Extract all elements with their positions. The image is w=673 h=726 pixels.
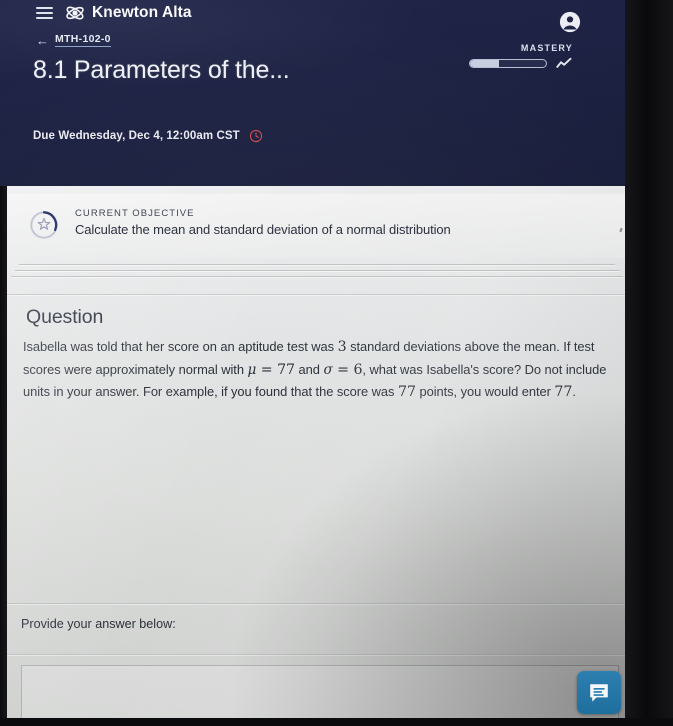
question-heading: Question — [26, 306, 104, 328]
current-objective-card: CURRENT OBJECTIVE Calculate the mean and… — [7, 194, 625, 258]
brand-name: Knewton Alta — [92, 4, 192, 21]
card-stack-divider — [15, 270, 620, 271]
objective-text-group: CURRENT OBJECTIVE Calculate the mean and… — [75, 208, 451, 237]
brand[interactable]: Knewton Alta — [65, 3, 192, 23]
card-stack-divider — [11, 276, 623, 277]
section-divider — [7, 654, 625, 655]
mastery-label-row: MASTERY — [521, 43, 573, 53]
due-date-text: Due Wednesday, Dec 4, 12:00am CST — [33, 130, 240, 142]
clock-icon — [249, 129, 262, 143]
course-code-link: MTH-102-0 — [55, 33, 111, 47]
trend-line-icon[interactable] — [556, 57, 573, 70]
chat-support-button[interactable] — [577, 671, 621, 714]
star-progress-icon — [30, 211, 58, 239]
question-value-mean: 77 — [277, 361, 296, 378]
breadcrumb-back-to-course[interactable]: ← MTH-102-0 — [36, 33, 111, 47]
card-stack-divider — [19, 264, 615, 265]
assignment-header: Knewton Alta ← MTH-102-0 8.1 Parameters … — [0, 0, 625, 190]
math-equals: = — [256, 361, 278, 378]
chat-bubble-icon — [590, 683, 608, 702]
objective-kicker: CURRENT OBJECTIVE — [75, 208, 195, 219]
screen-bezel-left — [0, 186, 7, 726]
math-symbol-sigma: σ — [323, 361, 333, 378]
question-body: Isabella was told that her score on an a… — [23, 336, 613, 404]
mastery-meter[interactable]: MASTERY — [438, 43, 573, 70]
mastery-bar-row — [469, 57, 573, 70]
back-arrow-icon: ← — [36, 32, 49, 48]
atom-icon — [66, 6, 84, 20]
question-text-part: Isabella was told that her score on an a… — [23, 339, 338, 354]
screen-bezel-right — [625, 0, 673, 726]
hamburger-menu-icon[interactable] — [36, 6, 53, 20]
mastery-progress-bar — [469, 59, 547, 68]
math-symbol-mu: μ — [247, 361, 257, 378]
answer-input[interactable] — [21, 665, 619, 722]
page-title: 8.1 Parameters of the... — [33, 56, 290, 84]
question-text-part: and — [295, 361, 324, 377]
section-divider — [7, 294, 625, 295]
math-equals: = — [332, 361, 354, 378]
section-divider — [7, 603, 625, 604]
due-date-row: Due Wednesday, Dec 4, 12:00am CST — [33, 129, 263, 143]
question-example-value: 77 — [397, 384, 416, 400]
objective-description: Calculate the mean and standard deviatio… — [75, 222, 451, 237]
mastery-progress-fill — [470, 60, 499, 67]
device-screen-photo: Knewton Alta ← MTH-102-0 8.1 Parameters … — [0, 0, 673, 726]
question-text-part: . — [572, 384, 576, 399]
question-example-answer: 77 — [554, 384, 573, 400]
app-topbar: Knewton Alta — [0, 0, 625, 26]
mastery-label: MASTERY — [520, 43, 573, 53]
answer-prompt-label: Provide your answer below: — [21, 617, 176, 631]
question-value-sd: 3 — [337, 339, 347, 355]
user-avatar-icon[interactable] — [559, 11, 581, 33]
assignment-content: CURRENT OBJECTIVE Calculate the mean and… — [7, 186, 625, 726]
question-text-part: points, you would enter — [415, 384, 555, 399]
